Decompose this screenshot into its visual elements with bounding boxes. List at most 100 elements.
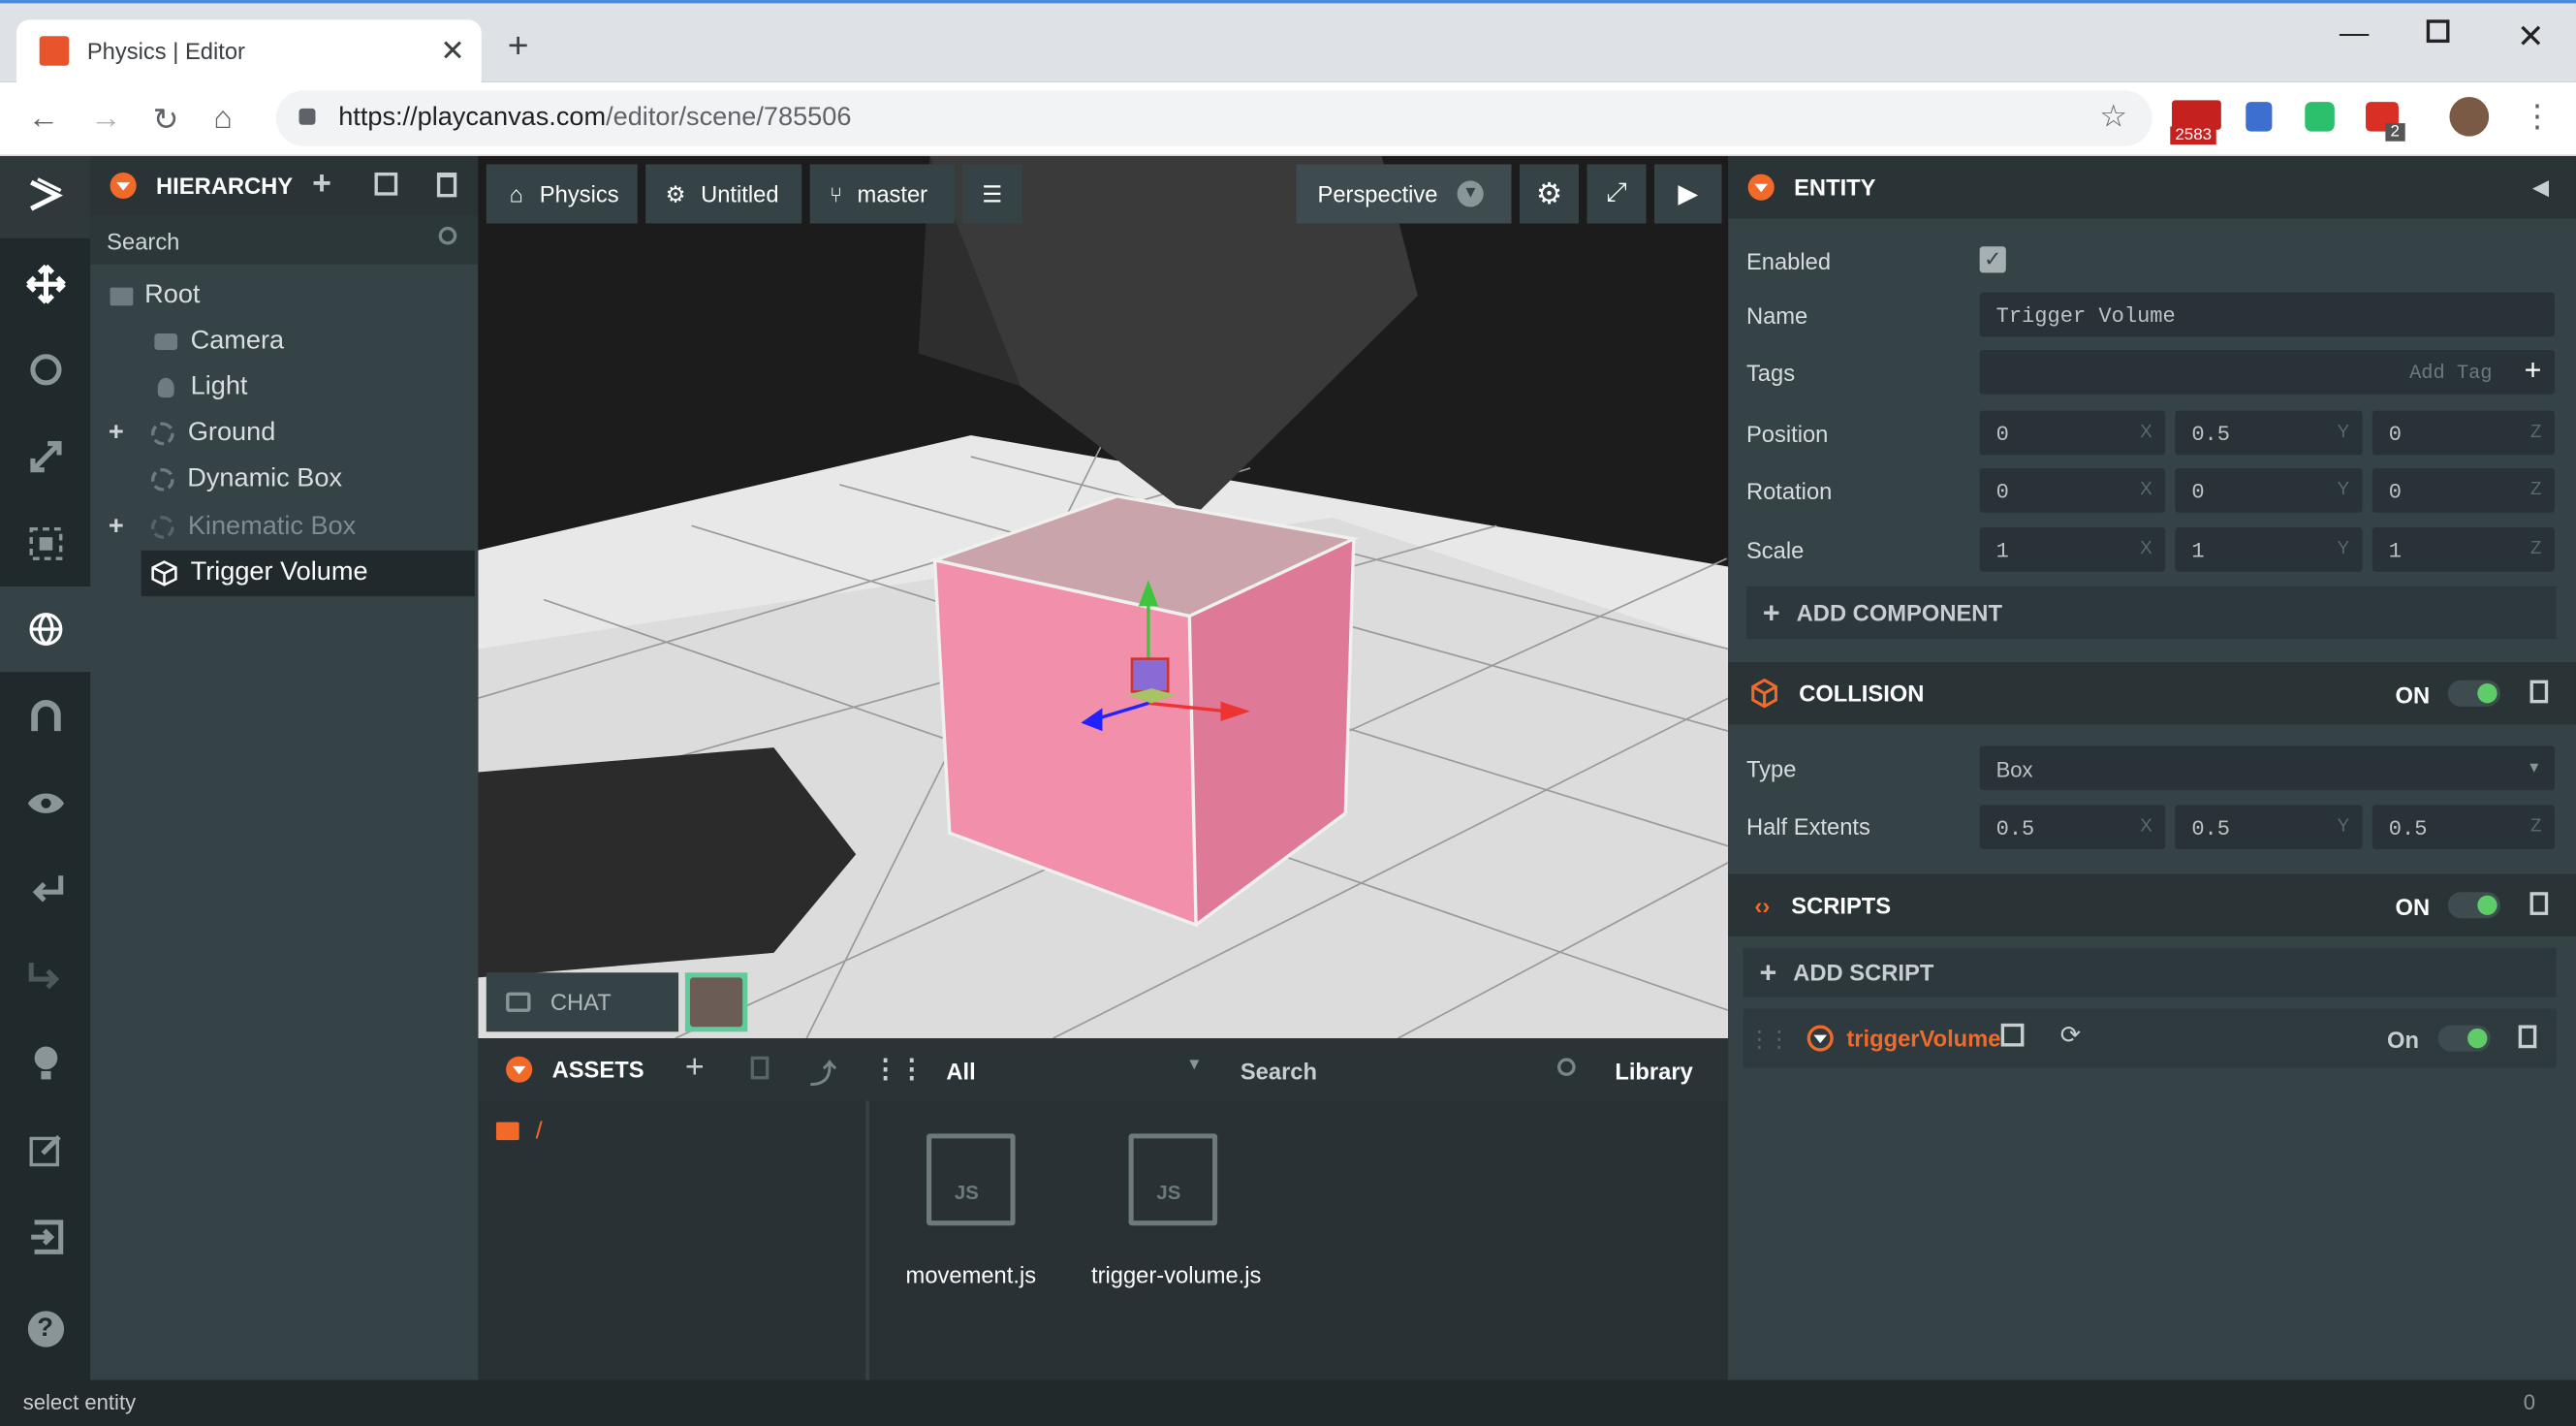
collision-toggle[interactable] [2447, 680, 2501, 707]
help-icon[interactable]: ? [0, 1286, 90, 1372]
publish-icon[interactable] [0, 1194, 90, 1280]
add-script-button[interactable]: + ADD SCRIPT [1743, 947, 2557, 998]
root-folder-item[interactable]: / [495, 1117, 543, 1145]
tree-item-dynamic-box[interactable]: Dynamic Box [90, 457, 478, 502]
asset-filter-select[interactable]: All [946, 1058, 975, 1084]
branch-button[interactable]: ⑂ master [809, 164, 955, 224]
enabled-checkbox[interactable]: ✓ [1979, 246, 2006, 273]
maximize-icon[interactable] [2426, 19, 2450, 44]
close-window-icon[interactable]: ✕ [2517, 16, 2544, 57]
half-extents-x-input[interactable]: 0.5 X [1979, 805, 2166, 850]
scene-settings-button[interactable]: ⚙ Untitled [645, 164, 802, 224]
minimize-icon[interactable]: — [2340, 16, 2370, 51]
snap-magnet-icon[interactable] [0, 674, 90, 759]
gmail-extension-icon[interactable] [2171, 100, 2221, 130]
reload-script-icon[interactable]: ⟳ [2060, 1020, 2081, 1050]
tree-item-camera[interactable]: Camera [90, 319, 478, 364]
home-icon[interactable]: ⌂ [213, 102, 232, 138]
scenes-list-icon[interactable]: ☰ [962, 164, 1022, 224]
close-tab-icon[interactable]: ✕ [440, 35, 465, 70]
project-button[interactable]: ⌂ Physics [486, 164, 638, 224]
scripts-toggle[interactable] [2447, 892, 2501, 919]
collapse-toggle-icon[interactable] [506, 1056, 533, 1083]
script-toggle[interactable] [2437, 1025, 2491, 1052]
browser-menu-icon[interactable]: ⋮ [2522, 99, 2553, 137]
hierarchy-search-input[interactable]: Search [90, 215, 479, 265]
tree-item-trigger-volume[interactable]: Trigger Volume [141, 550, 475, 597]
delete-component-icon[interactable] [2529, 680, 2549, 704]
add-entity-icon[interactable]: + [312, 166, 331, 204]
edit-script-icon[interactable] [2000, 1023, 2025, 1047]
position-z-input[interactable]: 0Z [2372, 410, 2555, 456]
drag-handle-icon[interactable]: ⋮⋮ [1748, 1025, 1791, 1053]
tree-item-root[interactable]: Root [90, 272, 478, 318]
library-link[interactable]: Library [1615, 1058, 1692, 1084]
tree-item-ground[interactable]: + Ground [90, 411, 478, 457]
url-field[interactable]: https://playcanvas.com/editor/scene/7855… [275, 90, 2152, 146]
add-component-button[interactable]: + ADD COMPONENT [1745, 586, 2557, 640]
profile-avatar[interactable] [2449, 96, 2490, 137]
tree-item-light[interactable]: Light [90, 364, 478, 410]
search-placeholder: Search [107, 228, 180, 255]
name-input[interactable]: Trigger Volume [1979, 292, 2555, 337]
collapse-toggle-icon[interactable] [1747, 174, 1775, 201]
half-extents-z-input[interactable]: 0.5 Z [2372, 805, 2555, 850]
collapse-toggle-icon[interactable] [110, 172, 137, 200]
chat-button[interactable]: CHAT [486, 972, 679, 1032]
scale-y-input[interactable]: 1Y [2175, 526, 2363, 572]
view-eye-icon[interactable] [0, 761, 90, 846]
scale-x-input[interactable]: 1X [1979, 526, 2166, 572]
shield-extension-icon[interactable] [2246, 102, 2273, 132]
add-asset-icon[interactable]: + [685, 1050, 705, 1088]
asset-file-trigger-volume[interactable]: JS trigger-volume.js [1085, 1133, 1266, 1297]
playcanvas-logo-icon[interactable] [0, 155, 91, 238]
expand-icon[interactable]: + [109, 513, 124, 543]
rotate-tool-icon[interactable] [0, 327, 90, 412]
script-name[interactable]: triggerVolume [1846, 1025, 2000, 1051]
fullscreen-icon[interactable]: ⤢ [1586, 164, 1647, 224]
asset-search-input[interactable]: Search [1241, 1058, 1317, 1084]
reload-icon[interactable]: ↻ [153, 102, 179, 140]
expand-icon[interactable]: + [109, 419, 124, 449]
forward-icon[interactable]: → [90, 102, 121, 138]
world-space-icon[interactable] [0, 586, 91, 673]
duplicate-entity-icon[interactable] [374, 172, 398, 196]
remove-script-icon[interactable] [2518, 1025, 2537, 1049]
scale-tool-icon[interactable] [0, 414, 90, 499]
delete-component-icon[interactable] [2529, 892, 2549, 915]
rotation-x-input[interactable]: 0X [1979, 467, 2166, 513]
translate-tool-icon[interactable] [0, 241, 91, 328]
collaborator-avatar[interactable] [684, 972, 748, 1032]
collapse-panel-icon[interactable]: ◀ [2533, 175, 2549, 199]
settings-gear-icon[interactable]: ⚙ [1520, 164, 1580, 224]
rotation-y-input[interactable]: 0Y [2175, 467, 2363, 513]
position-x-input[interactable]: 0X [1979, 410, 2166, 456]
undo-icon[interactable] [0, 846, 90, 932]
code-editor-icon[interactable] [0, 1107, 90, 1192]
new-tab-icon[interactable]: + [508, 27, 529, 64]
tree-item-kinematic-box[interactable]: + Kinematic Box [90, 504, 478, 550]
redo-icon[interactable] [0, 934, 90, 1019]
rotation-z-input[interactable]: 0Z [2372, 467, 2555, 513]
lightmapper-icon[interactable] [0, 1020, 90, 1105]
grid-view-icon[interactable]: ⋮⋮ [872, 1053, 925, 1086]
position-y-input[interactable]: 0.5 Y [2175, 410, 2363, 456]
half-extents-y-input[interactable]: 0.5 Y [2175, 805, 2363, 850]
asset-file-movement[interactable]: JS movement.js [894, 1133, 1042, 1297]
resize-tool-icon[interactable] [0, 501, 90, 586]
scale-z-input[interactable]: 1Z [2372, 526, 2555, 572]
delete-asset-icon[interactable] [750, 1056, 770, 1080]
add-tag-icon[interactable]: + [2525, 353, 2542, 388]
back-icon[interactable]: ← [28, 102, 59, 138]
delete-entity-icon[interactable] [436, 172, 457, 198]
camera-select[interactable]: Perspective ▼ [1296, 164, 1512, 224]
bookmark-star-icon[interactable]: ☆ [2099, 99, 2127, 137]
folder-up-icon[interactable]: ⤴ [810, 1052, 836, 1092]
viewport[interactable]: ⌂ Physics ⚙ Untitled ⑂ master ☰ Perspect… [478, 155, 1729, 1039]
browser-tab[interactable]: Physics | Editor ✕ [16, 19, 482, 86]
collision-type-select[interactable]: Box ▼ [1979, 745, 2555, 791]
tags-input[interactable]: Add Tag + [1979, 349, 2555, 395]
collapse-toggle-icon[interactable] [1806, 1025, 1834, 1052]
launch-play-icon[interactable]: ▶ [1654, 164, 1722, 224]
chat-extension-icon[interactable] [2305, 102, 2335, 132]
